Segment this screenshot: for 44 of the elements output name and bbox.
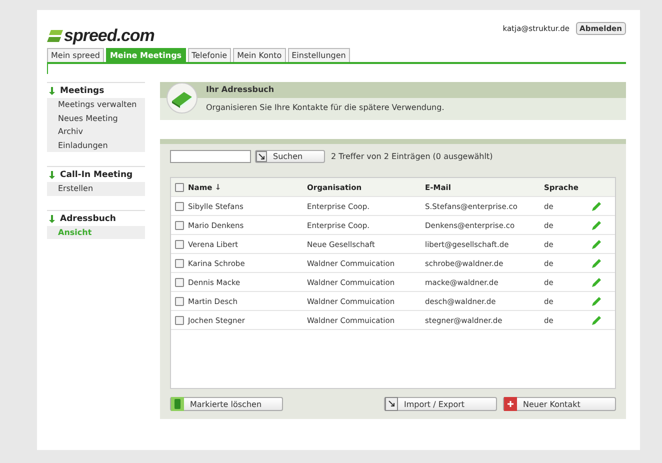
pencil-icon[interactable] xyxy=(592,220,601,230)
sidebar-heading: Adressbuch xyxy=(60,214,116,224)
sort-icon xyxy=(216,184,220,190)
pencil-icon[interactable] xyxy=(592,316,601,324)
pencil-icon[interactable] xyxy=(592,296,601,306)
sidebar-item[interactable]: Archiv xyxy=(47,125,145,138)
sidebar-item[interactable]: Neues Meeting xyxy=(47,112,145,125)
pencil-icon[interactable] xyxy=(592,278,601,286)
delete-button[interactable]: Markierte löschen xyxy=(170,397,283,411)
nav-tab[interactable]: Mein spreed xyxy=(47,48,104,62)
logo-text: spreed.com xyxy=(64,26,154,46)
row-checkbox[interactable] xyxy=(175,202,184,210)
arrow-down-icon xyxy=(49,214,55,222)
pencil-icon[interactable] xyxy=(592,258,601,268)
import-export-button[interactable]: Import / Export xyxy=(384,397,497,411)
nav-tab[interactable]: Mein Konto xyxy=(233,48,286,62)
arrow-icon xyxy=(256,151,267,162)
sidebar-heading: Call-In Meeting xyxy=(60,170,133,180)
search-field[interactable] xyxy=(170,150,251,163)
pencil-icon[interactable] xyxy=(592,240,601,248)
nav-tab[interactable]: Einstellungen xyxy=(288,48,350,62)
row-checkbox[interactable] xyxy=(175,296,184,306)
add-contact-button[interactable]: Neuer Kontakt xyxy=(503,397,616,411)
sidebar-item[interactable]: Meetings verwalten xyxy=(47,98,145,112)
select-all-checkbox[interactable] xyxy=(175,182,184,192)
row-checkbox[interactable] xyxy=(175,278,184,286)
plus-icon xyxy=(504,397,517,411)
row-checkbox[interactable] xyxy=(175,240,184,248)
sidebar-heading: Meetings xyxy=(60,86,104,96)
sidebar-item[interactable]: Erstellen xyxy=(47,182,145,196)
header-title: Ihr Adressbuch xyxy=(206,85,274,94)
row-checkbox[interactable] xyxy=(175,258,184,268)
header-subtitle: Organisieren Sie Ihre Kontakte für die spätere Verwendung. xyxy=(205,102,446,112)
search-button[interactable]: Suchen xyxy=(255,150,325,163)
pencil-icon[interactable] xyxy=(592,202,601,210)
logo-icon xyxy=(47,30,63,42)
row-checkbox[interactable] xyxy=(175,316,184,324)
book-icon xyxy=(166,82,198,114)
arrow-down-icon xyxy=(49,171,55,179)
result-count: 2 Treffer von 2 Einträgen (0 ausgewählt) xyxy=(331,152,493,161)
arrow-down-icon xyxy=(49,87,55,95)
row-checkbox[interactable] xyxy=(175,220,184,230)
sidebar-item[interactable]: Einladungen xyxy=(47,138,145,152)
nav-tab[interactable]: Telefonie xyxy=(188,48,232,62)
